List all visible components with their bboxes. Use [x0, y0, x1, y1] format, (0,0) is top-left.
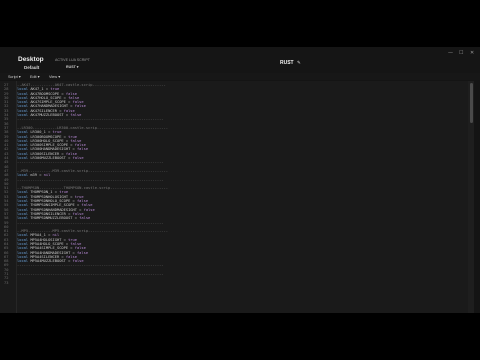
- line-number: 73: [4, 280, 9, 285]
- code-line[interactable]: 73: [0, 281, 474, 285]
- profile-name[interactable]: Desktop: [18, 56, 44, 63]
- active-script-dropdown[interactable]: RUST ▾: [66, 65, 79, 69]
- script-title: RUST: [280, 60, 294, 66]
- active-script-caption: ACTIVE LUA SCRIPT: [55, 58, 90, 62]
- menu-edit[interactable]: Edit ▾: [30, 74, 40, 79]
- code-lines: 27 --AK47-----------AK47-castle-scrip----…: [0, 83, 474, 285]
- scrollbar-thumb[interactable]: [470, 83, 473, 123]
- minimize-icon[interactable]: —: [448, 50, 453, 56]
- scrollbar[interactable]: [468, 81, 474, 313]
- profile-subtitle: Default: [24, 65, 40, 70]
- code-editor[interactable]: 27 --AK47-----------AK47-castle-scrip----…: [0, 81, 474, 313]
- edit-title-icon[interactable]: ✎: [297, 60, 301, 66]
- script-editor-window: Desktop Default ACTIVE LUA SCRIPT RUST ▾…: [0, 47, 480, 313]
- close-icon[interactable]: ✕: [470, 50, 474, 56]
- menu-script[interactable]: Script ▾: [8, 74, 21, 79]
- title-bar: Desktop Default ACTIVE LUA SCRIPT RUST ▾…: [0, 47, 480, 73]
- menu-bar: Script ▾ Edit ▾ View ▾: [0, 73, 480, 80]
- maximize-icon[interactable]: ☐: [459, 50, 463, 56]
- menu-view[interactable]: View ▾: [49, 74, 60, 79]
